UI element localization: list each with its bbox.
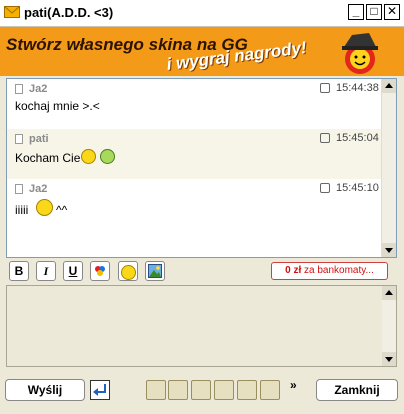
message-sender: Ja2 (29, 83, 48, 95)
input-scroll-up-button[interactable] (382, 286, 396, 300)
bold-button[interactable]: B (9, 261, 29, 281)
message-text-suffix: ^^ (56, 203, 68, 217)
input-scroll-down-button[interactable] (382, 352, 396, 366)
underline-button[interactable]: U (63, 261, 83, 281)
arrow-down-icon (385, 248, 393, 253)
scroll-down-button[interactable] (382, 243, 396, 257)
promo-amount: 0 zł (285, 265, 302, 276)
envelope-icon (4, 6, 20, 18)
message-item: Ja2 15:45:10 iiiii ^^ (7, 179, 382, 231)
arrow-down-icon (385, 357, 393, 362)
clock-icon (320, 83, 330, 93)
clock-icon (320, 133, 330, 143)
promo-text: za bankomaty... (304, 265, 374, 276)
contacts-icon[interactable] (168, 380, 188, 400)
wink-emoticon-icon (100, 149, 116, 164)
promo-link[interactable]: 0 zł za bankomaty... (271, 262, 388, 280)
sun-mascot-icon (342, 33, 378, 74)
smiley-icon (121, 265, 136, 280)
window-title: pati(A.D.D. <3) (24, 5, 114, 20)
edit-icon[interactable] (237, 380, 257, 400)
message-sender: Ja2 (29, 183, 48, 195)
message-text: iiiii (15, 203, 29, 217)
message-time: 15:44:38 (336, 82, 379, 94)
minimize-button[interactable]: _ (348, 4, 364, 20)
emoticons-button[interactable] (118, 261, 138, 281)
color-button[interactable] (90, 261, 110, 281)
bottom-toolbar: Wyślij » Zamknij (0, 372, 404, 414)
file-transfer-icon[interactable] (146, 380, 166, 400)
notes-icon[interactable] (191, 380, 211, 400)
calendar-icon[interactable] (214, 380, 234, 400)
message-text-row: Kocham Cie (15, 149, 116, 165)
title-bar: pati(A.D.D. <3) _ □ ✕ (0, 0, 404, 27)
message-text: kochaj mnie >.< (15, 99, 100, 113)
clock-icon (320, 183, 330, 193)
message-item: pati 15:45:04 Kocham Cie (7, 129, 382, 179)
image-button[interactable] (145, 261, 165, 281)
message-sender: pati (29, 133, 49, 145)
message-input[interactable] (6, 285, 397, 367)
send-button[interactable]: Wyślij (5, 379, 85, 401)
scroll-up-button[interactable] (382, 79, 396, 93)
chat-scrollbar[interactable] (381, 79, 396, 257)
message-time: 15:45:04 (336, 132, 379, 144)
message-text-row: iiiii ^^ (15, 199, 67, 217)
more-tools-button[interactable]: » (290, 378, 297, 392)
enter-key-icon[interactable] (90, 380, 110, 400)
document-icon (15, 84, 23, 94)
arrow-up-icon (385, 290, 393, 295)
document-icon (15, 184, 23, 194)
maximize-button[interactable]: □ (366, 4, 382, 20)
document-icon (15, 134, 23, 144)
grin-emoticon-icon (35, 199, 53, 216)
arrow-up-icon (385, 83, 393, 88)
chat-history[interactable]: Ja2 15:44:38 kochaj mnie >.< pati 15:45:… (6, 78, 397, 258)
smiley-emoticon-icon (81, 149, 97, 164)
ad-banner[interactable]: Stwórz własnego skina na GG i wygraj nag… (0, 27, 404, 76)
close-button[interactable]: Zamknij (316, 379, 398, 401)
message-time: 15:45:10 (336, 182, 379, 194)
message-text: Kocham Cie (15, 151, 81, 165)
close-window-button[interactable]: ✕ (384, 4, 400, 20)
picture-icon (148, 264, 162, 278)
add-contact-icon[interactable] (260, 380, 280, 400)
color-palette-icon (95, 266, 105, 276)
italic-button[interactable]: I (36, 261, 56, 281)
return-arrow-icon (93, 384, 106, 396)
message-item: Ja2 15:44:38 kochaj mnie >.< (7, 79, 382, 129)
input-scrollbar[interactable] (382, 286, 396, 366)
format-toolbar: B I U 0 zł za bankomaty... (6, 261, 395, 283)
